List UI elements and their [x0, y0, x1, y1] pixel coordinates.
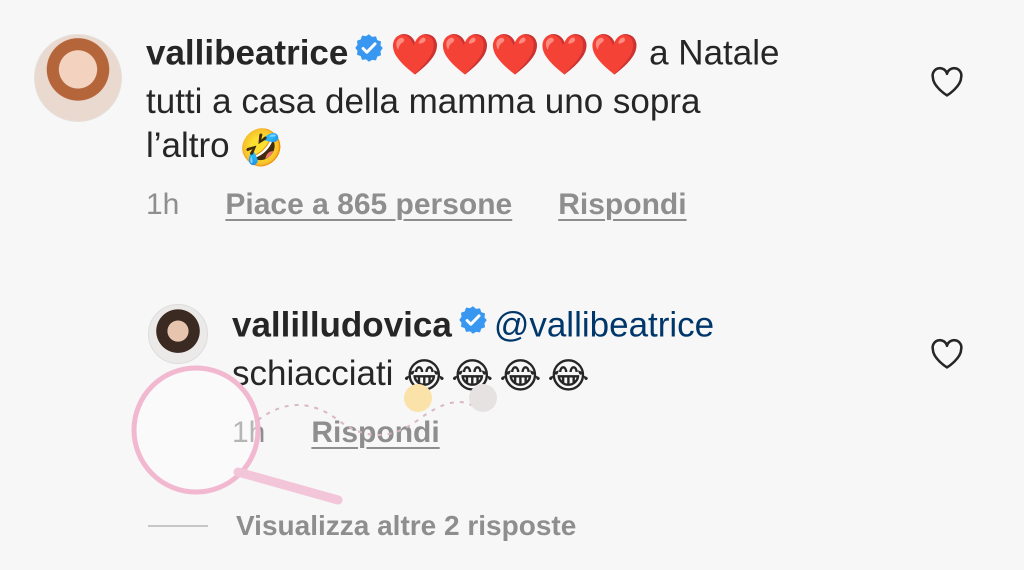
heart-outline-icon[interactable] — [930, 338, 964, 375]
reply-button[interactable]: Rispondi — [311, 416, 439, 449]
comment-body: vallilludovica @vallibeatrice schiacciati… — [232, 302, 912, 398]
comment-body: vallibeatrice ❤️❤️❤️❤️❤️ a Natale tutti a… — [146, 30, 866, 170]
mention-link[interactable]: @vallibeatrice — [494, 305, 714, 344]
heart-outline-icon[interactable] — [930, 66, 964, 103]
view-more-replies[interactable]: Visualizza altre 2 risposte — [148, 510, 576, 542]
username[interactable]: vallilludovica — [232, 305, 452, 344]
verified-badge-icon — [458, 302, 488, 346]
avatar[interactable] — [34, 34, 122, 122]
hearts-emoji: ❤️❤️❤️❤️❤️ — [390, 33, 640, 77]
divider-line — [148, 525, 208, 527]
username[interactable]: vallibeatrice — [146, 33, 348, 72]
likes-link[interactable]: Piace a 865 persone — [225, 188, 512, 221]
comment-text: schiacciati — [232, 354, 394, 393]
comment-meta: 1h Piace a 865 persone Rispondi — [146, 188, 733, 222]
reply-button[interactable]: Rispondi — [558, 188, 686, 221]
verified-badge-icon — [354, 30, 384, 74]
view-more-label: Visualizza altre 2 risposte — [236, 510, 577, 541]
avatar[interactable] — [148, 304, 208, 364]
comment-meta: 1h Rispondi — [232, 416, 486, 450]
comment-text: a Natale — [649, 33, 780, 73]
comment-text: l’altro — [146, 126, 230, 165]
comment-text: tutti a casa della mamma uno sopra — [146, 82, 701, 121]
laugh-emojis: 😂😂😂😂 — [403, 354, 596, 396]
timestamp: 1h — [232, 416, 266, 449]
timestamp: 1h — [146, 188, 180, 221]
rofl-emoji: 🤣 — [239, 126, 285, 168]
